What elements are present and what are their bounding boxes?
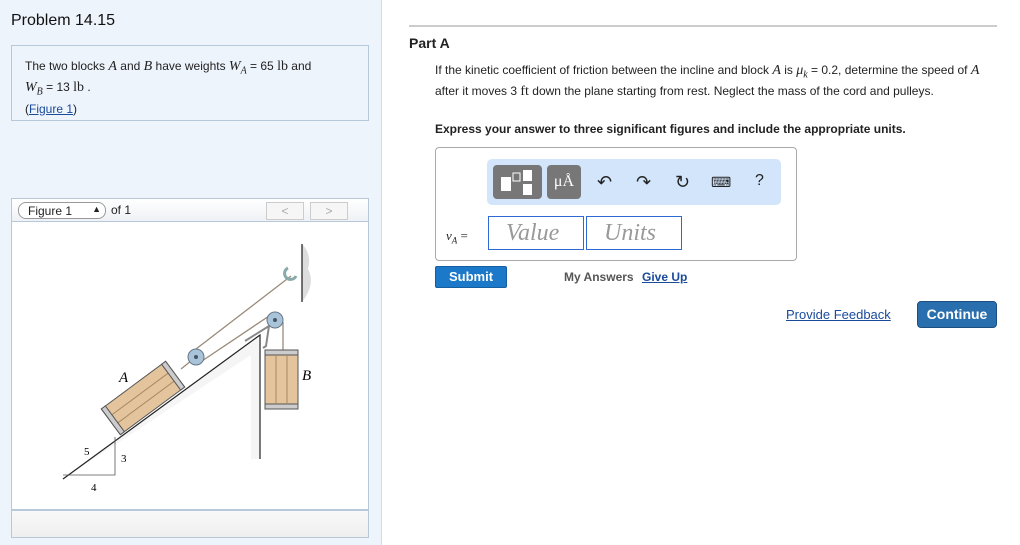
answer-label: vA = [446, 228, 468, 246]
text: = 0.2, determine the speed of [807, 63, 971, 77]
slope-label-3: 3 [121, 453, 127, 465]
slope-label-5: 5 [84, 446, 90, 458]
pulley-axle [194, 355, 198, 359]
value-input[interactable]: Value [488, 216, 584, 250]
keyboard-icon[interactable]: ⌨ [711, 174, 731, 191]
continue-button[interactable]: Continue [917, 301, 997, 328]
updown-icon: ▲ [92, 204, 101, 214]
text: = 13 [42, 80, 74, 95]
pulley-axle [273, 318, 277, 322]
label-b: B [302, 368, 311, 384]
next-figure-button[interactable]: > [310, 202, 348, 220]
text: The two blocks [25, 59, 109, 73]
text: . [84, 80, 91, 95]
fraction-template-icon [501, 170, 532, 195]
text: is [780, 63, 797, 77]
units-button[interactable]: μÅ [547, 165, 581, 199]
figure-navigation: Figure 1 ▲ of 1 < > [11, 198, 369, 222]
undo-icon[interactable]: ↶ [597, 172, 612, 193]
my-answers-link[interactable]: My Answers [564, 270, 634, 284]
var: A [108, 59, 117, 74]
text: = 65 [246, 59, 278, 73]
var: W [25, 80, 37, 96]
label-a: A [118, 370, 129, 386]
answer-box: μÅ ↶ ↷ ↻ ⌨ ? vA = Value Units [435, 147, 797, 261]
slope-label-4: 4 [91, 482, 97, 494]
unit: lb [277, 59, 288, 74]
hook [283, 266, 298, 281]
figure-select[interactable]: Figure 1 ▲ [18, 202, 106, 219]
figure-link[interactable]: Figure 1 [29, 102, 73, 116]
var: A [772, 63, 781, 78]
units-input[interactable]: Units [586, 216, 682, 250]
problem-panel: Problem 14.15 The two blocks A and B hav… [0, 0, 382, 545]
var: W [228, 59, 241, 74]
text: and [116, 59, 144, 73]
var: B [143, 59, 153, 74]
question-text: If the kinetic coefficient of friction b… [435, 62, 995, 100]
reset-icon[interactable]: ↻ [675, 172, 690, 193]
figure-select-value: Figure 1 [28, 204, 73, 218]
provide-feedback-link[interactable]: Provide Feedback [786, 307, 891, 322]
equals: = [457, 228, 468, 243]
divider [409, 25, 997, 27]
give-up-link[interactable]: Give Up [642, 270, 687, 284]
redo-icon[interactable]: ↷ [636, 172, 651, 193]
part-title: Part A [409, 35, 450, 51]
figure-diagram: A B 5 3 4 [62, 244, 311, 494]
incline [62, 333, 261, 480]
figure-panel: A B 5 3 4 [11, 222, 369, 510]
block-b [264, 349, 299, 410]
text: down the plane starting from rest. Negle… [528, 84, 934, 99]
help-button[interactable]: ? [755, 172, 764, 190]
problem-statement: The two blocks A and B have weights WA =… [11, 45, 369, 121]
problem-title: Problem 14.15 [11, 12, 116, 29]
instructions: Express your answer to three significant… [435, 122, 906, 136]
text: have weights [152, 59, 229, 73]
text: and [287, 59, 312, 73]
templates-button[interactable] [493, 165, 542, 199]
text: after it moves 3 [435, 84, 521, 99]
figure-count: of 1 [111, 203, 132, 217]
unit: lb [73, 80, 85, 96]
var: A [970, 63, 980, 78]
wall-shade [302, 244, 311, 302]
part-panel: Part A If the kinetic coefficient of fri… [383, 0, 1020, 545]
text: If the kinetic coefficient of friction b… [435, 63, 773, 77]
prev-figure-button[interactable]: < [266, 202, 304, 220]
math-toolbar: μÅ ↶ ↷ ↻ ⌨ ? [487, 159, 781, 205]
submit-button[interactable]: Submit [435, 266, 507, 288]
unit: ft [520, 84, 529, 100]
figure-footer [11, 510, 369, 538]
